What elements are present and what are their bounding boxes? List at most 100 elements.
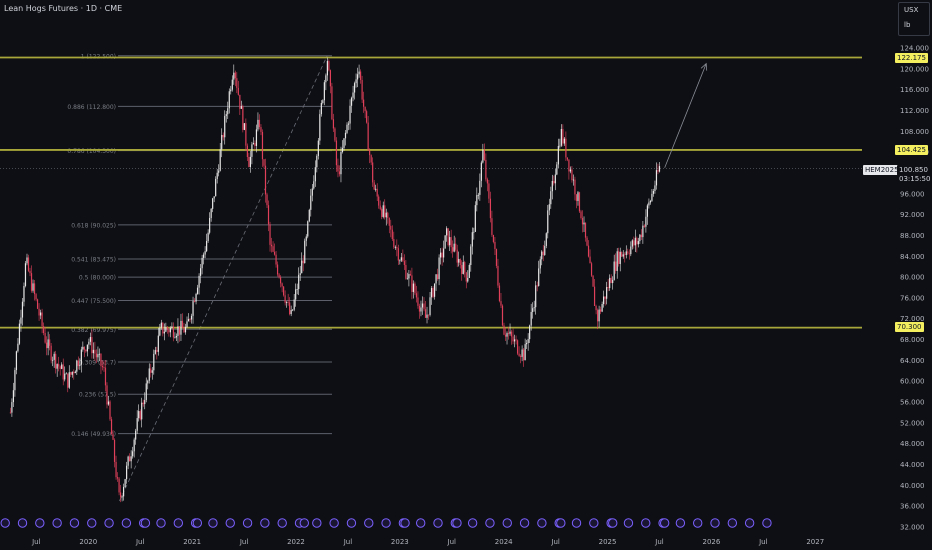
- candle-body: [553, 180, 555, 184]
- event-marker-icon[interactable]: [571, 518, 582, 528]
- event-marker-icon[interactable]: [104, 518, 114, 528]
- event-marker-icon[interactable]: [140, 518, 151, 528]
- event-marker-icon[interactable]: [556, 518, 566, 528]
- candle-body: [621, 251, 623, 257]
- event-marker-icon[interactable]: [485, 518, 495, 528]
- y-tick-9: 88.000: [900, 232, 925, 240]
- candle-body: [581, 218, 584, 225]
- event-marker-icon[interactable]: [641, 518, 651, 528]
- candle-body: [628, 253, 630, 255]
- candle-body: [483, 149, 485, 160]
- event-marker-icon[interactable]: [121, 518, 132, 528]
- event-marker-icon[interactable]: [623, 518, 634, 528]
- candle-body: [65, 373, 67, 375]
- price-chart[interactable]: 1 (122.500)0.886 (112.800)0.786 (104.300…: [0, 0, 932, 550]
- event-marker-icon[interactable]: [710, 518, 720, 528]
- event-marker-icon[interactable]: [608, 518, 618, 528]
- event-marker-icon[interactable]: [35, 518, 45, 528]
- candle-body: [399, 260, 401, 262]
- event-marker-icon[interactable]: [467, 518, 478, 528]
- event-marker-icon[interactable]: [452, 518, 462, 528]
- candle-body: [276, 264, 279, 275]
- y-tick-7: 96.000: [900, 190, 925, 198]
- candle-body: [166, 327, 168, 330]
- event-marker-icon[interactable]: [675, 518, 686, 528]
- event-marker-icon[interactable]: [727, 518, 738, 528]
- event-marker-icon[interactable]: [744, 518, 755, 528]
- candle-body: [406, 278, 408, 280]
- event-marker-icon[interactable]: [69, 518, 80, 528]
- event-marker-icon[interactable]: [0, 518, 10, 528]
- event-marker-icon[interactable]: [17, 518, 28, 528]
- candle-body: [473, 231, 475, 233]
- candle-body: [652, 191, 655, 194]
- event-marker-icon[interactable]: [156, 518, 166, 528]
- candle-body: [521, 349, 523, 357]
- candle-body: [287, 301, 289, 303]
- candle-body: [444, 235, 446, 249]
- y-tick-3: 112.000: [900, 107, 929, 115]
- candle-body: [356, 74, 359, 80]
- candle-body: [296, 289, 298, 290]
- level-badge-mid: 104.425: [895, 145, 928, 155]
- event-marker-icon[interactable]: [519, 518, 530, 528]
- event-marker-icon[interactable]: [433, 518, 443, 528]
- event-marker-icon[interactable]: [242, 518, 253, 528]
- event-marker-icon[interactable]: [400, 518, 410, 528]
- event-marker-icon[interactable]: [87, 518, 97, 528]
- event-marker-icon[interactable]: [52, 518, 62, 528]
- event-marker-icon[interactable]: [415, 518, 426, 528]
- candle-body: [497, 265, 499, 286]
- event-marker-icon[interactable]: [364, 518, 374, 528]
- event-marker-icon[interactable]: [312, 518, 322, 528]
- candle-body: [397, 248, 399, 261]
- candle-body: [213, 196, 215, 199]
- event-marker-icon[interactable]: [659, 518, 670, 528]
- candle-body: [293, 299, 295, 310]
- candle-body: [246, 145, 248, 158]
- event-marker-icon[interactable]: [208, 518, 218, 528]
- candle-body: [645, 216, 647, 227]
- candle-body: [109, 401, 111, 420]
- event-marker-icon[interactable]: [225, 518, 235, 528]
- event-marker-icon[interactable]: [693, 518, 703, 528]
- event-marker-icon[interactable]: [502, 518, 512, 528]
- candle-body: [607, 287, 609, 289]
- candle-body: [228, 91, 230, 109]
- event-marker-icon[interactable]: [173, 518, 184, 528]
- event-marker-icon[interactable]: [589, 518, 599, 528]
- candle-body: [110, 419, 113, 435]
- candle-body: [350, 97, 353, 106]
- candle-body: [272, 246, 274, 252]
- event-marker-icon[interactable]: [329, 518, 339, 528]
- y-tick-8: 92.000: [900, 211, 925, 219]
- event-marker-icon[interactable]: [277, 518, 287, 528]
- candle-body: [393, 239, 395, 248]
- candle-body: [279, 277, 282, 284]
- candle-body: [415, 293, 418, 298]
- unit-selector[interactable]: USX lb: [898, 2, 930, 36]
- candle-body: [181, 320, 184, 328]
- projection-line[interactable]: [664, 63, 707, 168]
- candle-body: [654, 185, 656, 192]
- candle-body: [56, 364, 58, 369]
- event-marker-icon[interactable]: [192, 518, 203, 528]
- candle-body: [44, 333, 46, 343]
- candle-body: [267, 205, 270, 225]
- candle-body: [583, 222, 585, 225]
- candle-body: [101, 365, 104, 368]
- candle-body: [322, 100, 324, 103]
- event-marker-icon[interactable]: [260, 518, 270, 528]
- y-tick-16: 60.000: [900, 378, 925, 386]
- level-badge-top: 122.175: [895, 53, 928, 63]
- candle-body: [507, 333, 510, 334]
- x-tick-0: Jul: [31, 538, 41, 546]
- event-marker-icon[interactable]: [537, 518, 547, 528]
- candle-body: [474, 205, 476, 232]
- y-tick-1: 120.000: [900, 65, 929, 73]
- event-marker-icon[interactable]: [381, 518, 391, 528]
- event-marker-icon[interactable]: [299, 518, 309, 528]
- event-marker-icon[interactable]: [762, 518, 772, 528]
- event-marker-icon[interactable]: [346, 518, 357, 528]
- candle-body: [113, 439, 116, 462]
